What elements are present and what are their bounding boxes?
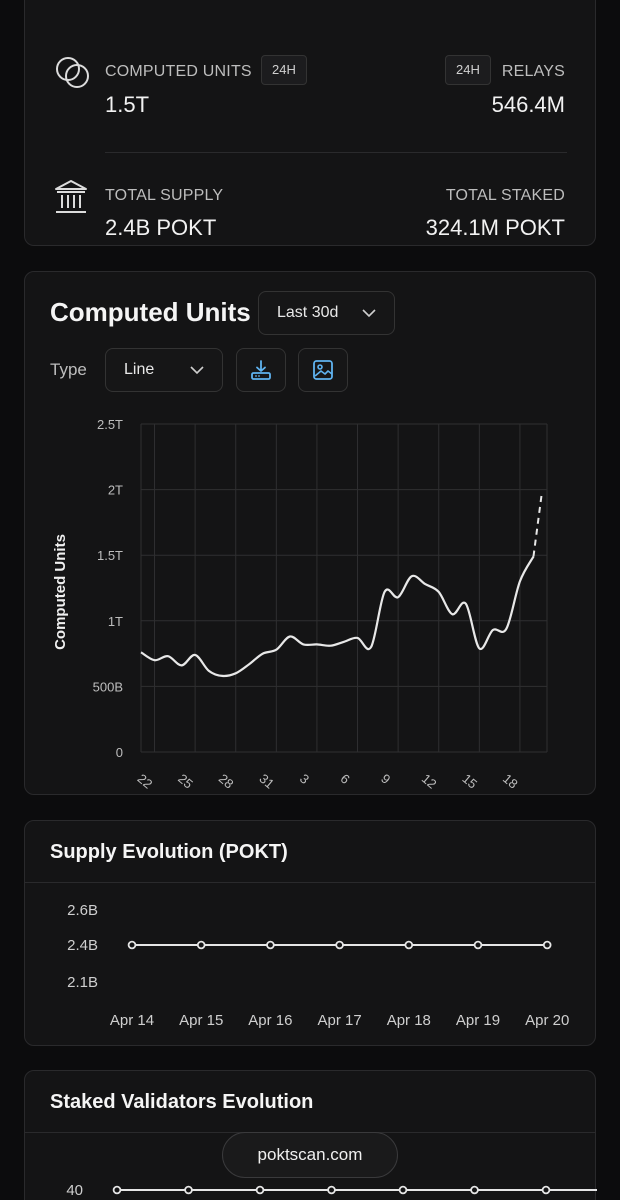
stats-divider: [105, 152, 567, 153]
x-tick-label: 3: [297, 771, 312, 787]
data-point: [404, 940, 414, 950]
y-tick-label: 1.5T: [97, 548, 123, 563]
circles-icon: [56, 57, 89, 88]
computed-units-value: 1.5T: [105, 92, 150, 117]
projection-line: [532, 494, 543, 557]
y-tick-label: 0: [116, 745, 123, 760]
relays-period-chip[interactable]: 24H: [445, 55, 491, 85]
data-point: [398, 1185, 408, 1195]
total-supply-value: 2.4B POKT: [105, 215, 217, 240]
data-point: [112, 1185, 122, 1195]
computed-units-card: Computed Units Last 30d Type Line 0 500B 1…: [24, 271, 596, 795]
relays-label: RELAYS: [501, 63, 565, 80]
x-tick-label: 18: [500, 771, 521, 792]
x-tick-label: Apr 18: [387, 1012, 431, 1029]
x-tick-label: 31: [256, 771, 277, 792]
y-tick-label: 1T: [108, 614, 123, 629]
data-point: [541, 1185, 551, 1195]
x-tick-label: 15: [459, 771, 480, 792]
x-tick-label: Apr 19: [456, 1012, 500, 1029]
y-tick-label: 2.5T: [97, 417, 123, 432]
data-point: [542, 940, 552, 950]
y-tick-label: 2T: [108, 483, 123, 498]
data-point: [470, 1185, 479, 1195]
data-point: [196, 940, 206, 950]
x-tick-label: 25: [175, 771, 196, 792]
total-supply-label: TOTAL SUPPLY: [105, 187, 224, 204]
bank-icon: [55, 180, 87, 213]
data-point: [473, 940, 483, 950]
y-tick-label: 40: [66, 1182, 83, 1199]
x-tick-label: Apr 20: [525, 1012, 569, 1029]
computed-units-label: COMPUTED UNITS: [105, 63, 252, 80]
data-point: [266, 940, 275, 950]
watermark-text: poktscan.com: [257, 1145, 363, 1164]
x-tick-label: 28: [216, 771, 237, 792]
x-tick-label: Apr 17: [317, 1012, 361, 1029]
x-tick-label: Apr 15: [179, 1012, 223, 1029]
computed-units-chart: 0 500B 1T 1.5T 2T 2.5T 22 25 28 31 3 6 9 12 15 18 Comput…: [52, 417, 548, 792]
total-staked-value: 324.1M POKT: [425, 215, 565, 240]
y-tick-label: 500B: [93, 679, 123, 694]
series-line: [140, 555, 535, 678]
x-tick-label: 22: [135, 771, 156, 792]
network-stats-card: COMPUTED UNITS 24H 1.5T 24H RELAYS 546.4…: [24, 0, 596, 246]
y-tick-label: 2.1B: [67, 974, 98, 991]
data-point: [184, 1185, 193, 1195]
x-tick-label: 6: [338, 771, 353, 787]
data-point: [127, 940, 137, 950]
data-point: [255, 1185, 265, 1195]
supply-evolution-card: Supply Evolution (POKT) 2.1B 2.4B 2.6B Apr …: [24, 820, 596, 1046]
y-tick-label: 2.6B: [67, 902, 98, 919]
total-staked-label: TOTAL STAKED: [445, 187, 565, 204]
y-tick-label: 2.4B: [67, 937, 98, 954]
x-tick-label: 12: [419, 771, 440, 792]
x-tick-label: Apr 14: [110, 1012, 154, 1029]
x-tick-label: 9: [378, 771, 393, 787]
x-tick-label: Apr 16: [248, 1012, 292, 1029]
relays-value: 546.4M: [491, 92, 565, 117]
computed-units-period-chip[interactable]: 24H: [261, 55, 307, 85]
data-point: [327, 1185, 336, 1195]
data-point: [335, 940, 344, 950]
supply-evolution-chart: 2.1B 2.4B 2.6B Apr 14 Apr 15 Apr 16 Apr 17 Apr …: [67, 902, 569, 1029]
y-axis-label: Computed Units: [52, 534, 69, 650]
watermark-pill: poktscan.com: [222, 1132, 398, 1178]
